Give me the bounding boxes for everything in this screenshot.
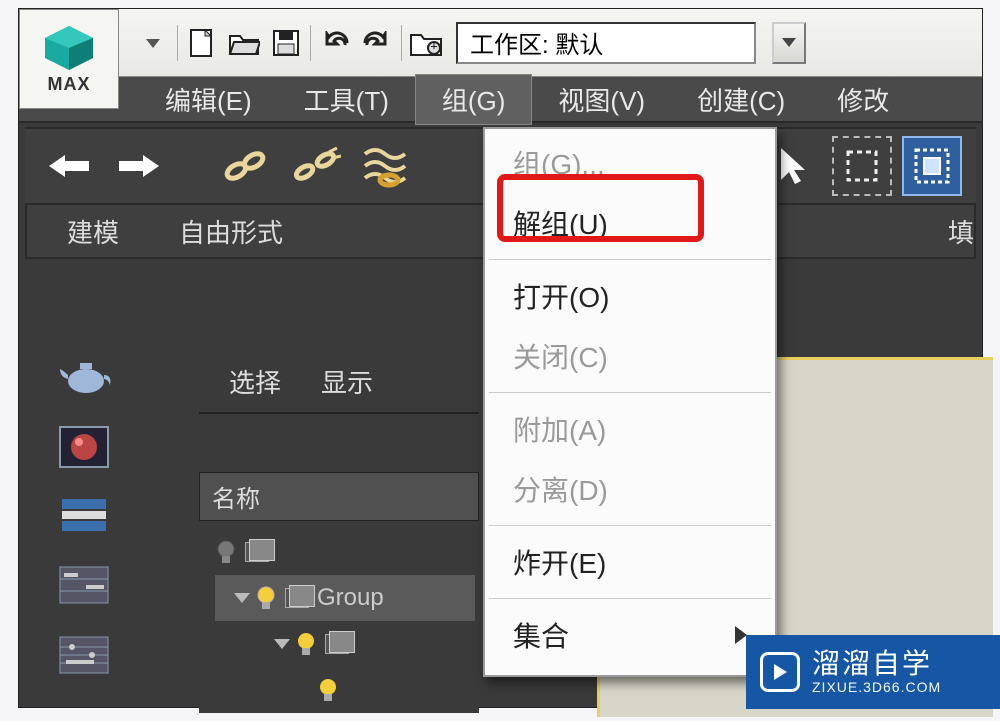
title-bar: MAX <box>19 9 982 77</box>
menu-edit[interactable]: 编辑(E) <box>139 75 278 124</box>
menu-separator <box>489 598 771 599</box>
menu-item-attach: 附加(A) <box>485 399 775 459</box>
menu-item-label: 集合 <box>513 615 569 655</box>
menu-item-assembly[interactable]: 集合 <box>485 605 775 665</box>
menu-bar: 编辑(E) 工具(T) 组(G) 视图(V) 创建(C) 修改 <box>19 77 982 123</box>
app-logo-text: MAX <box>48 74 91 95</box>
undo-icon[interactable] <box>317 25 353 61</box>
workspace-dropdown-button[interactable] <box>772 22 806 64</box>
tree-row-child[interactable] <box>215 667 475 713</box>
lightbulb-off-icon[interactable] <box>215 539 237 565</box>
lightbulb-on-icon[interactable] <box>255 585 277 611</box>
menu-item-ungroup[interactable]: 解组(U) <box>485 193 775 253</box>
menu-item-explode[interactable]: 炸开(E) <box>485 532 775 592</box>
play-icon <box>760 652 800 692</box>
app-frame: MAX <box>18 8 983 708</box>
menu-item-close: 关闭(C) <box>485 326 775 386</box>
tree-row-root[interactable] <box>215 529 475 575</box>
unlink-icon[interactable] <box>285 136 345 196</box>
new-file-icon[interactable] <box>184 25 220 61</box>
group-dropdown-menu: 组(G)... 解组(U) 打开(O) 关闭(C) 附加(A) 分离(D) 炸开… <box>483 127 777 677</box>
bind-icon[interactable] <box>355 136 415 196</box>
curve-editor-icon[interactable] <box>58 565 114 609</box>
workspace-label: 工作区: 默认 <box>470 25 603 60</box>
save-icon[interactable] <box>268 25 304 61</box>
scene-explorer: 选择 显示 名称 Group <box>199 351 479 713</box>
menu-item-group: 组(G)... <box>485 133 775 193</box>
redo-icon[interactable] <box>359 25 395 61</box>
scene-tab-display[interactable]: 显示 <box>321 363 373 400</box>
tree-node-label: Group <box>317 584 384 612</box>
menu-separator <box>489 259 771 260</box>
scene-tab-select[interactable]: 选择 <box>229 363 281 400</box>
app-logo[interactable]: MAX <box>19 9 119 109</box>
track-view-icon[interactable] <box>58 635 114 679</box>
ribbon-tab-freeform[interactable]: 自由形式 <box>179 213 283 250</box>
lightbulb-on-icon[interactable] <box>295 631 317 657</box>
tree-row-group[interactable]: Group <box>215 575 475 621</box>
teapot-icon[interactable] <box>58 355 114 399</box>
undo-arrow-icon[interactable] <box>39 136 99 196</box>
workspace-selector[interactable]: 工作区: 默认 <box>456 22 756 64</box>
layer-manager-icon[interactable] <box>58 495 114 539</box>
material-editor-icon[interactable] <box>58 425 114 469</box>
separator <box>401 25 402 61</box>
lightbulb-on-icon[interactable] <box>317 677 339 703</box>
link-icon[interactable] <box>215 136 275 196</box>
watermark-title: 溜溜自学 <box>812 649 941 680</box>
menu-separator <box>489 525 771 526</box>
menu-separator <box>489 392 771 393</box>
max-logo-icon <box>43 24 95 72</box>
tree-row-child[interactable] <box>215 621 475 667</box>
separator <box>177 25 178 61</box>
expand-icon[interactable] <box>234 593 250 603</box>
menu-views[interactable]: 视图(V) <box>532 75 671 124</box>
menu-tools[interactable]: 工具(T) <box>278 75 415 124</box>
menu-create[interactable]: 创建(C) <box>671 75 811 124</box>
project-icon[interactable] <box>408 25 444 61</box>
open-file-icon[interactable] <box>226 25 262 61</box>
scene-tree: Group <box>199 521 479 713</box>
selection-region-icon[interactable] <box>832 136 892 196</box>
quick-access-toolbar: 工作区: 默认 <box>119 9 982 77</box>
menu-group[interactable]: 组(G) <box>415 74 533 125</box>
layer-icon <box>285 588 309 608</box>
dropdown-chevron-icon[interactable] <box>135 25 171 61</box>
expand-icon[interactable] <box>274 639 290 649</box>
redo-arrow-icon[interactable] <box>109 136 169 196</box>
menu-item-open[interactable]: 打开(O) <box>485 266 775 326</box>
watermark-url: ZIXUE.3D66.COM <box>812 680 941 695</box>
watermark: 溜溜自学 ZIXUE.3D66.COM <box>746 635 1000 709</box>
left-panel <box>31 355 141 679</box>
menu-modify[interactable]: 修改 <box>811 75 915 124</box>
menu-item-detach: 分离(D) <box>485 459 775 519</box>
layer-icon <box>325 634 349 654</box>
layer-icon <box>245 542 269 562</box>
selection-window-icon[interactable] <box>902 136 962 196</box>
ribbon-tab-populate[interactable]: 填 <box>948 213 974 250</box>
column-header-name[interactable]: 名称 <box>199 472 479 521</box>
separator <box>310 25 311 61</box>
ribbon-tab-modeling[interactable]: 建模 <box>67 213 119 250</box>
